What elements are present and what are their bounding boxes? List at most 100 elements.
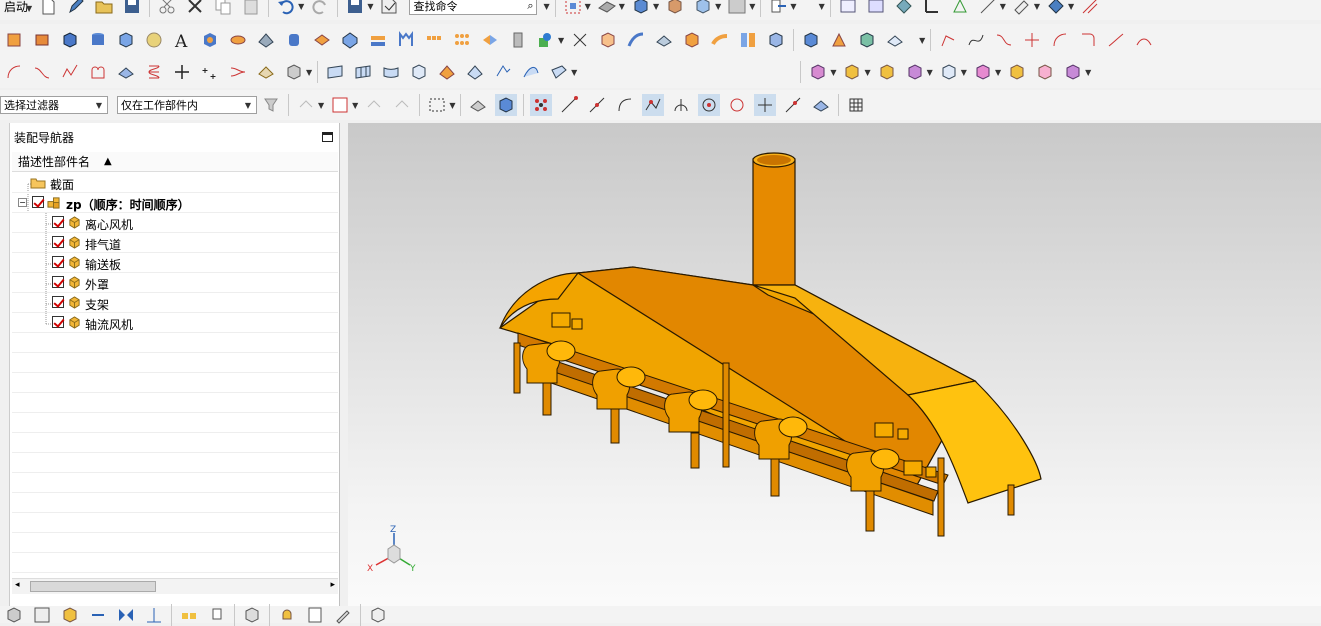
material-icon[interactable] <box>664 0 686 17</box>
move-layer-icon[interactable] <box>893 0 915 17</box>
boss-icon[interactable] <box>227 29 249 51</box>
snap-on-curve-icon[interactable] <box>782 94 804 116</box>
paste-icon[interactable] <box>240 0 262 17</box>
block-icon[interactable] <box>59 29 81 51</box>
datum-icon[interactable] <box>977 0 999 17</box>
scope-filter-select[interactable]: 仅在工作部件内 ▼ <box>117 96 257 114</box>
fill-surface-icon[interactable] <box>464 61 486 83</box>
mirror-assembly-icon[interactable] <box>938 61 960 83</box>
filter-reset-icon[interactable] <box>260 94 282 116</box>
visibility-checkbox[interactable] <box>52 296 64 308</box>
reference-set-icon[interactable] <box>206 604 228 626</box>
visibility-checkbox[interactable] <box>52 276 64 288</box>
swept-surface-icon[interactable] <box>625 29 647 51</box>
render-style-icon[interactable] <box>596 0 618 17</box>
wrap-curve-icon[interactable] <box>283 61 305 83</box>
draft-icon[interactable] <box>709 29 731 51</box>
mate-component-icon[interactable] <box>876 61 898 83</box>
curve-on-surface-icon[interactable] <box>937 29 959 51</box>
save-as-icon[interactable] <box>344 0 366 17</box>
snap-points-icon[interactable] <box>530 94 553 116</box>
horizontal-scrollbar[interactable]: ◂ ▸ <box>12 578 338 594</box>
project-curve-icon[interactable] <box>1133 29 1155 51</box>
revolve-icon[interactable] <box>31 29 53 51</box>
new-file-icon[interactable] <box>37 0 59 17</box>
ruled-surface-icon[interactable] <box>380 61 402 83</box>
start-menu-button[interactable]: 启动▼ <box>4 0 34 15</box>
tree-row-part[interactable]: 离心风机 <box>12 213 338 233</box>
save-icon[interactable] <box>121 0 143 17</box>
show-hide-icon[interactable] <box>391 94 413 116</box>
extrude-icon[interactable] <box>3 29 25 51</box>
spline-icon[interactable] <box>965 29 987 51</box>
through-curves-icon[interactable] <box>324 61 346 83</box>
measure-icon[interactable] <box>1011 0 1033 17</box>
hole-icon[interactable] <box>199 29 221 51</box>
tree-row-part[interactable]: 输送板 <box>12 253 338 273</box>
assembly-load-icon[interactable] <box>3 604 25 626</box>
join-curve-icon[interactable] <box>1105 29 1127 51</box>
check-sheet-icon[interactable] <box>304 604 326 626</box>
pattern-icon[interactable] <box>423 29 445 51</box>
cylinder-icon[interactable] <box>87 29 109 51</box>
search-icon[interactable]: ⌕ <box>527 0 533 13</box>
bounded-plane-icon[interactable] <box>492 61 514 83</box>
snap-quadrant-icon[interactable] <box>726 94 748 116</box>
chamfer-icon[interactable] <box>765 29 787 51</box>
intersect-icon[interactable] <box>856 29 878 51</box>
snap-intersection-icon[interactable] <box>642 94 665 116</box>
grid-icon[interactable] <box>845 94 867 116</box>
thread-icon[interactable] <box>507 29 529 51</box>
exploded-view-icon[interactable] <box>1006 61 1028 83</box>
polyline-icon[interactable] <box>59 61 81 83</box>
snap-center-icon[interactable] <box>698 94 721 116</box>
shell-icon[interactable] <box>653 29 675 51</box>
scroll-thumb[interactable] <box>30 581 156 592</box>
helix-icon[interactable] <box>143 61 165 83</box>
graphics-window[interactable]: Z X Y <box>348 123 1321 606</box>
assembly-edit-icon[interactable] <box>31 604 53 626</box>
color-swatch-icon[interactable] <box>726 0 748 17</box>
assembly-sequence-icon[interactable] <box>1034 61 1056 83</box>
array-icon[interactable] <box>451 29 473 51</box>
cut-icon[interactable] <box>156 0 178 17</box>
snap-control-icon[interactable] <box>614 94 636 116</box>
snap-arc-center-icon[interactable] <box>670 94 692 116</box>
background-icon[interactable] <box>692 0 714 17</box>
redo-icon[interactable] <box>309 0 331 17</box>
tree-row-part[interactable]: 支架 <box>12 293 338 313</box>
command-search-input[interactable]: 查找命令 ⌕ <box>409 0 538 15</box>
cylinder-feature-icon[interactable] <box>283 29 305 51</box>
snap-midpoint-icon[interactable] <box>586 94 608 116</box>
split-body-icon[interactable] <box>884 29 906 51</box>
subtract-icon[interactable] <box>828 29 850 51</box>
sphere-icon[interactable] <box>143 29 165 51</box>
align-icon[interactable] <box>143 604 165 626</box>
copy-icon[interactable] <box>212 0 234 17</box>
analysis-icon[interactable] <box>1045 0 1067 17</box>
pad-icon[interactable] <box>311 29 333 51</box>
visibility-checkbox[interactable] <box>52 316 64 328</box>
surface-curve-icon[interactable] <box>115 61 137 83</box>
component-array-icon[interactable] <box>972 61 994 83</box>
section-curve-icon[interactable] <box>227 61 249 83</box>
open-folder-icon[interactable] <box>93 0 115 17</box>
constraint-icon[interactable] <box>87 604 109 626</box>
export-icon[interactable] <box>767 0 789 17</box>
point-icon[interactable] <box>171 61 193 83</box>
wcs-icon[interactable] <box>921 0 943 17</box>
groove-icon[interactable] <box>367 29 389 51</box>
sort-ascending-icon[interactable]: ▲ <box>104 156 112 167</box>
select-all-icon[interactable] <box>329 94 351 116</box>
cube-icon[interactable] <box>115 29 137 51</box>
trim-icon[interactable] <box>569 29 591 51</box>
face-blend-icon[interactable] <box>737 29 759 51</box>
visibility-checkbox[interactable] <box>52 216 64 228</box>
tree-row-part[interactable]: 轴流风机 <box>12 313 338 333</box>
delete-icon[interactable] <box>184 0 206 17</box>
swoop-icon[interactable] <box>520 61 542 83</box>
rectangle-select-icon[interactable] <box>426 94 448 116</box>
maximize-icon[interactable] <box>322 132 333 142</box>
visibility-checkbox[interactable] <box>52 236 64 248</box>
curve-icon[interactable] <box>31 61 53 83</box>
